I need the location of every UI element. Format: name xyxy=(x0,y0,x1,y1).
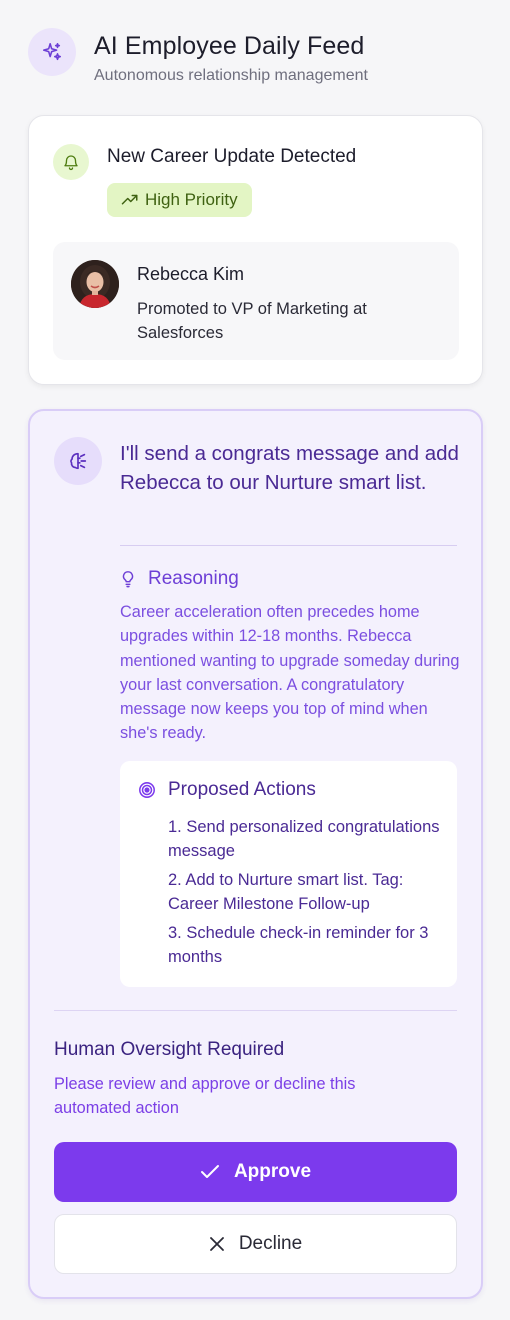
ai-message: I'll send a congrats message and add Reb… xyxy=(120,442,459,494)
reasoning-title: Reasoning xyxy=(148,568,239,589)
close-icon xyxy=(209,1237,224,1251)
ai-action-card: I'll send a congrats message and add Reb… xyxy=(28,409,483,1299)
decline-button[interactable]: Decline xyxy=(54,1214,457,1274)
bell-icon xyxy=(53,144,89,180)
contact-panel[interactable]: Rebecca Kim Promoted to VP of Marketing … xyxy=(53,242,459,360)
proposed-actions-title: Proposed Actions xyxy=(168,779,316,800)
feed-page: AI Employee Daily Feed Autonomous relati… xyxy=(0,0,510,1320)
proposed-actions-heading: Proposed Actions xyxy=(138,779,316,801)
alert-title: New Career Update Detected xyxy=(107,146,357,167)
divider xyxy=(54,1010,457,1011)
priority-badge: High Priority xyxy=(107,183,252,217)
reasoning-text: Career acceleration often precedes home … xyxy=(120,603,460,743)
oversight-text: Please review and approve or decline thi… xyxy=(54,1075,356,1117)
approve-label: Approve xyxy=(233,1161,312,1182)
page-title: AI Employee Daily Feed xyxy=(94,32,365,60)
priority-label: High Priority xyxy=(145,190,238,209)
avatar xyxy=(71,260,119,308)
proposed-actions-panel: Proposed Actions 1. Send personalized co… xyxy=(120,761,457,987)
page-subtitle: Autonomous relationship management xyxy=(94,67,368,84)
oversight-title: Human Oversight Required xyxy=(54,1039,285,1060)
target-icon xyxy=(139,782,155,798)
approve-button[interactable]: Approve xyxy=(54,1142,457,1202)
reasoning-heading: Reasoning xyxy=(120,568,239,590)
divider xyxy=(120,545,457,546)
list-item: 2. Add to Nurture smart list. Tag: Caree… xyxy=(168,871,404,913)
check-icon xyxy=(200,1165,219,1178)
sparkles-icon xyxy=(28,28,76,76)
career-update-card[interactable]: New Career Update Detected High Priority xyxy=(28,115,483,385)
proposed-actions-list: 1. Send personalized congratulations mes… xyxy=(168,815,448,974)
contact-update: Promoted to VP of Marketing at Salesforc… xyxy=(137,300,367,342)
lightbulb-icon xyxy=(122,571,134,588)
list-item: 3. Schedule check-in reminder for 3 mont… xyxy=(168,924,429,966)
brain-icon xyxy=(54,437,102,485)
contact-name: Rebecca Kim xyxy=(137,264,245,284)
trending-up-icon xyxy=(121,194,138,205)
decline-label: Decline xyxy=(238,1233,303,1254)
list-item: 1. Send personalized congratulations mes… xyxy=(168,818,440,860)
page-header: AI Employee Daily Feed Autonomous relati… xyxy=(28,28,368,85)
